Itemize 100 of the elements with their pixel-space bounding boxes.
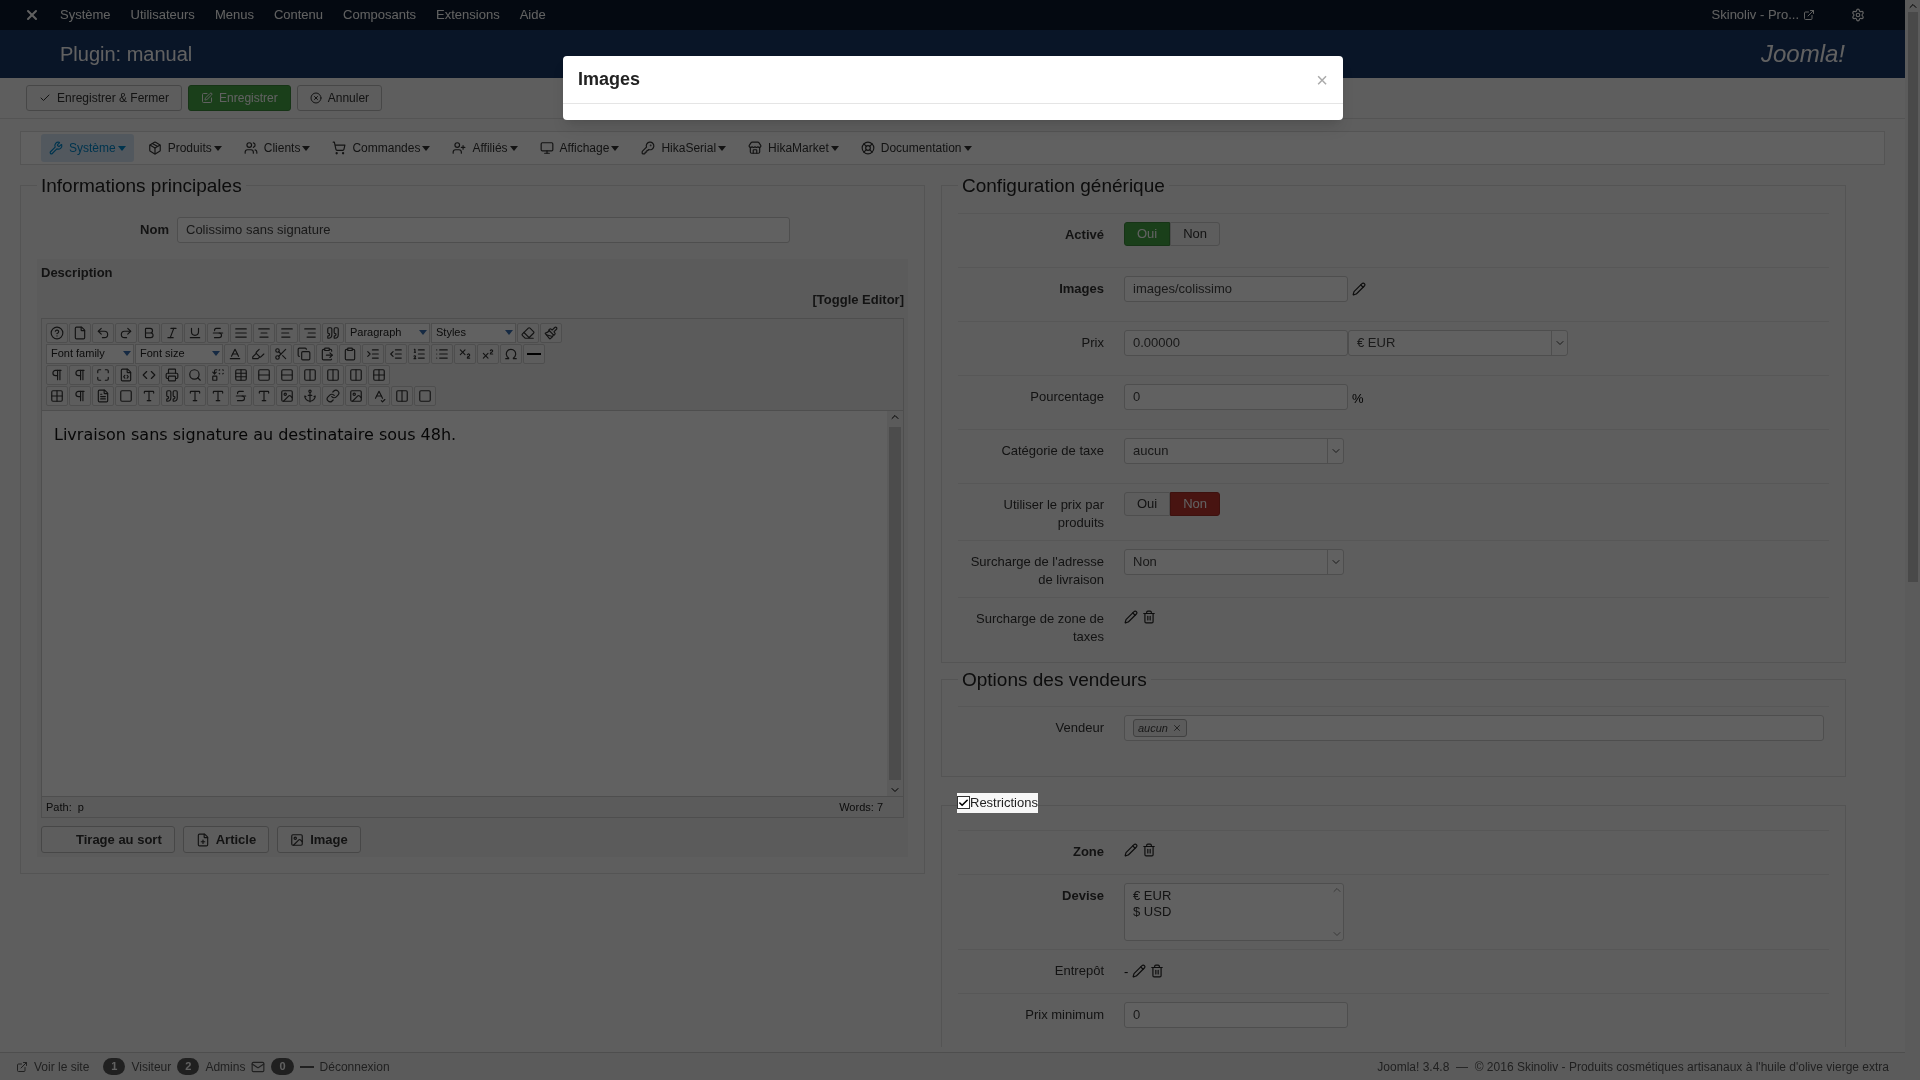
abbreviation-icon[interactable] <box>184 385 206 406</box>
print-icon[interactable] <box>161 364 183 385</box>
tag-input[interactable]: aucun <box>1124 715 1824 741</box>
text-input[interactable]: 0 <box>1124 383 1348 410</box>
delete-icon[interactable] <box>1142 609 1156 624</box>
submenu-tab[interactable]: HikaSerial <box>633 134 735 162</box>
toggle-option[interactable]: Oui <box>1124 491 1171 516</box>
paste-icon[interactable] <box>316 343 338 364</box>
remove-icon[interactable] <box>1172 723 1182 733</box>
align-right-icon[interactable] <box>299 322 321 343</box>
price-input[interactable]: 0.00000 <box>1124 329 1348 356</box>
frame-icon[interactable] <box>414 385 436 406</box>
text-input[interactable]: 0 <box>1124 1001 1348 1028</box>
redo-icon[interactable] <box>115 322 137 343</box>
menu-item[interactable]: Extensions <box>436 5 500 25</box>
name-input[interactable]: Colissimo sans signature <box>177 216 790 243</box>
submenu-tab[interactable]: Affiliés <box>444 134 526 162</box>
submenu-tab[interactable]: Commandes <box>324 134 439 162</box>
table-icon[interactable] <box>230 364 252 385</box>
fullscreen-icon[interactable] <box>92 364 114 385</box>
page-break-icon[interactable] <box>115 385 137 406</box>
menu-item[interactable]: Utilisateurs <box>130 5 195 25</box>
external-link-icon[interactable] <box>16 1060 28 1073</box>
site-link[interactable]: Skinoliv - Pro... <box>1711 5 1799 25</box>
submenu-tab[interactable]: Produits <box>139 134 230 162</box>
media-icon[interactable] <box>345 385 367 406</box>
spellcheck-icon[interactable] <box>368 385 390 406</box>
align-center-icon[interactable] <box>253 322 275 343</box>
outdent-icon[interactable] <box>385 343 407 364</box>
row-before-icon[interactable] <box>253 364 275 385</box>
insertion-icon[interactable] <box>253 385 275 406</box>
dropdown-arrow[interactable] <box>1551 330 1567 355</box>
submenu-tab[interactable]: Affichage <box>531 134 628 162</box>
delete-column-icon[interactable] <box>345 364 367 385</box>
new-document-icon[interactable] <box>69 322 91 343</box>
dropdown[interactable]: Non <box>1124 548 1344 575</box>
visual-aid-icon[interactable] <box>46 385 68 406</box>
toggle-option[interactable]: Oui <box>1124 221 1171 246</box>
bold-icon[interactable] <box>138 322 160 343</box>
submenu-tab[interactable]: Documentation <box>852 134 980 162</box>
link-icon[interactable] <box>322 385 344 406</box>
replace-icon[interactable] <box>207 364 229 385</box>
paste-text-icon[interactable] <box>339 343 361 364</box>
cite-icon[interactable] <box>161 385 183 406</box>
layer-icon[interactable] <box>391 385 413 406</box>
underline-icon[interactable] <box>184 322 206 343</box>
anchor-icon[interactable] <box>299 385 321 406</box>
help-icon[interactable] <box>46 322 68 343</box>
superscript-icon[interactable] <box>477 343 499 364</box>
scrollbar[interactable] <box>887 410 903 796</box>
currency-list[interactable]: € EUR $ USD <box>1124 882 1344 941</box>
edit-icon[interactable] <box>1124 609 1138 624</box>
omega-icon[interactable] <box>500 343 522 364</box>
indent-icon[interactable] <box>362 343 384 364</box>
currency-select[interactable]: € EUR <box>1348 329 1568 356</box>
toolbar-button[interactable]: Annuler <box>296 85 383 111</box>
menu-item[interactable]: Système <box>60 5 111 25</box>
copy-icon[interactable] <box>293 343 315 364</box>
column-after-icon[interactable] <box>322 364 344 385</box>
external-link-icon[interactable] <box>1803 9 1815 21</box>
template-icon[interactable] <box>115 364 137 385</box>
strikethrough-icon[interactable] <box>207 322 229 343</box>
italic-icon[interactable] <box>161 322 183 343</box>
align-left-icon[interactable] <box>276 322 298 343</box>
source-code-icon[interactable] <box>138 364 160 385</box>
rtl-icon[interactable] <box>69 364 91 385</box>
restrictions-checkbox[interactable] <box>957 796 970 810</box>
bullet-list-icon[interactable] <box>431 343 453 364</box>
brush-icon[interactable] <box>540 322 562 343</box>
toggle-option[interactable]: Non <box>1170 491 1221 516</box>
column-before-icon[interactable] <box>299 364 321 385</box>
menu-item[interactable]: Menus <box>214 5 254 25</box>
delete-icon[interactable] <box>1150 964 1165 979</box>
acronym-icon[interactable] <box>207 385 229 406</box>
submenu-tab[interactable]: HikaMarket <box>740 134 847 162</box>
toggle-option[interactable]: Non <box>1170 221 1221 246</box>
cut-icon[interactable] <box>270 343 292 364</box>
deletion-icon[interactable] <box>230 385 252 406</box>
editor-button[interactable]: Tirage au sort <box>41 826 175 853</box>
edit-icon[interactable] <box>1124 842 1138 857</box>
dropdown-arrow[interactable] <box>1327 438 1343 463</box>
dropdown[interactable]: aucun <box>1124 437 1344 464</box>
find-icon[interactable] <box>184 364 206 385</box>
edit-icon[interactable] <box>1352 281 1366 296</box>
delete-icon[interactable] <box>1142 842 1156 857</box>
numbered-list-icon[interactable] <box>408 343 430 364</box>
text-input[interactable]: images/colissimo <box>1124 275 1348 302</box>
logout-link[interactable]: Déconnexion <box>319 1057 390 1076</box>
toolbar-button[interactable]: Enregistrer <box>188 85 291 111</box>
merge-cells-icon[interactable] <box>368 364 390 385</box>
eraser-icon[interactable] <box>517 322 539 343</box>
view-site-link[interactable]: Voir le site <box>34 1057 90 1076</box>
quote-icon[interactable] <box>322 322 344 343</box>
undo-icon[interactable] <box>92 322 114 343</box>
row-after-icon[interactable] <box>276 364 298 385</box>
show-blocks-icon[interactable] <box>69 385 91 406</box>
list-option[interactable]: € EUR <box>1133 887 1323 904</box>
menu-item[interactable]: Aide <box>519 5 546 25</box>
format-select[interactable]: Paragraph <box>345 322 430 343</box>
edit-icon[interactable] <box>1132 964 1147 979</box>
